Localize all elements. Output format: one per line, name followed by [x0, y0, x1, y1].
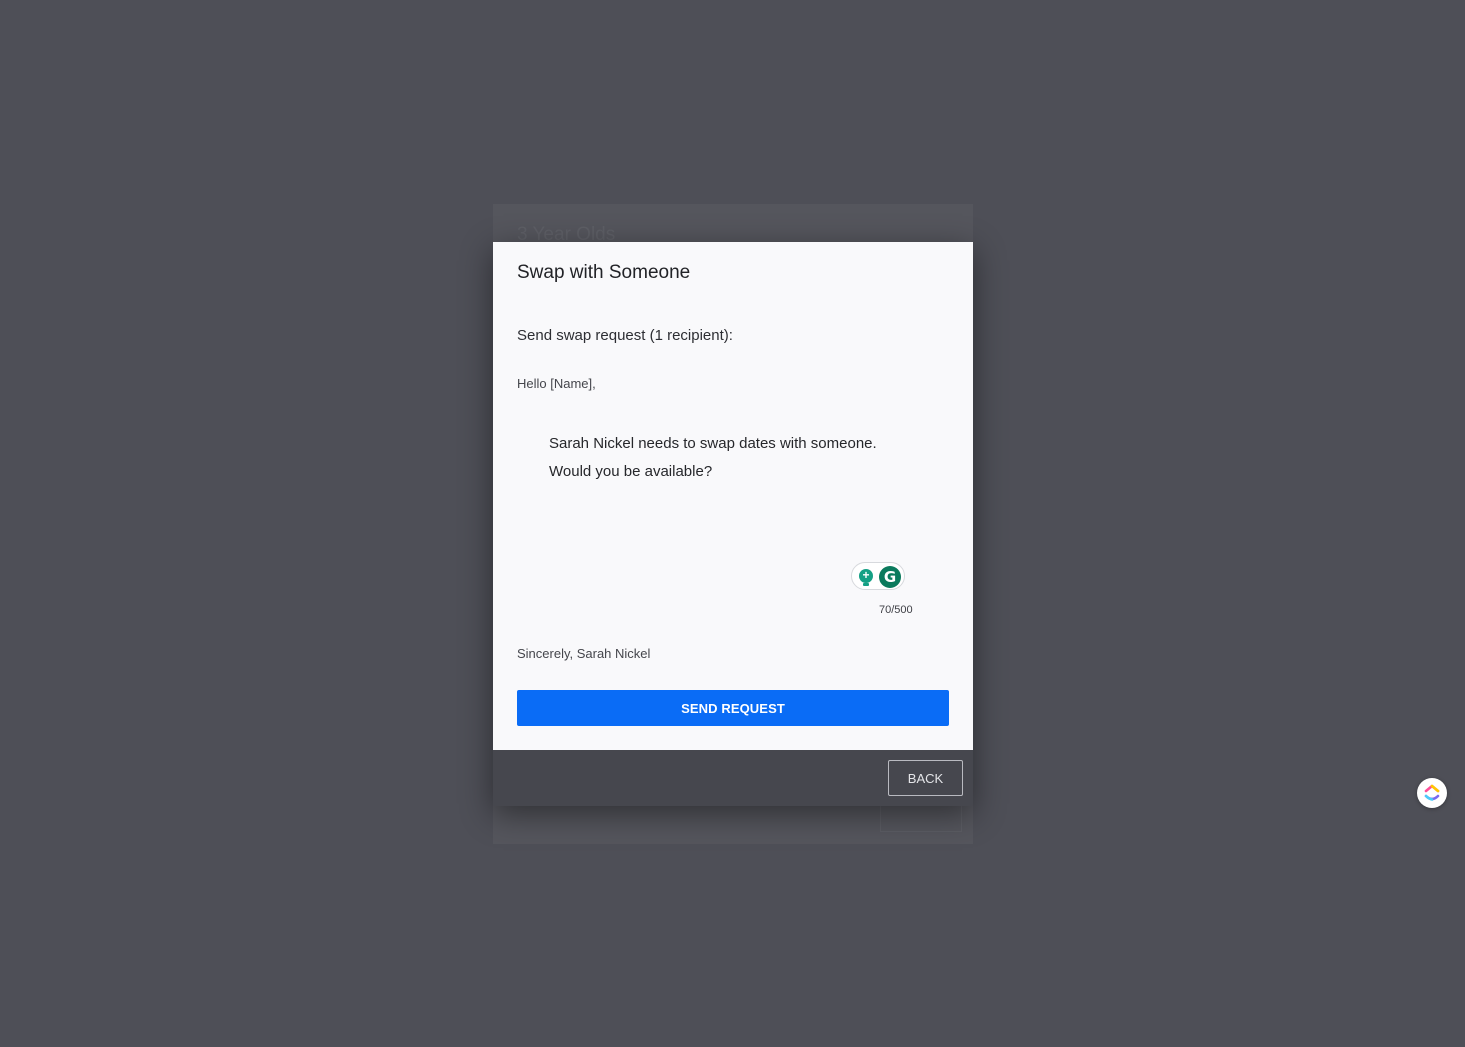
- message-greeting: Hello [Name],: [517, 376, 596, 391]
- dialog-footer: BACK: [493, 750, 973, 806]
- message-editor[interactable]: Sarah Nickel needs to swap dates with so…: [517, 420, 949, 616]
- recipient-summary: Send swap request (1 recipient):: [517, 327, 733, 344]
- swap-dialog: Swap with Someone Send swap request (1 r…: [493, 242, 973, 806]
- grammarly-icon[interactable]: G: [879, 566, 901, 588]
- character-count: 70/500: [879, 604, 913, 616]
- background-card-button: [880, 802, 962, 832]
- writing-assistant-widget[interactable]: + G: [851, 562, 905, 590]
- dialog-body: Swap with Someone Send swap request (1 r…: [493, 242, 973, 750]
- back-button[interactable]: BACK: [888, 760, 963, 796]
- send-request-button[interactable]: SEND REQUEST: [517, 690, 949, 726]
- clickup-icon: [1424, 784, 1440, 801]
- lightbulb-icon[interactable]: +: [859, 568, 873, 586]
- message-signature: Sincerely, Sarah Nickel: [517, 646, 651, 661]
- dialog-title: Swap with Someone: [517, 262, 691, 283]
- clickup-launcher-button[interactable]: [1417, 778, 1447, 808]
- message-text[interactable]: Sarah Nickel needs to swap dates with so…: [549, 430, 929, 486]
